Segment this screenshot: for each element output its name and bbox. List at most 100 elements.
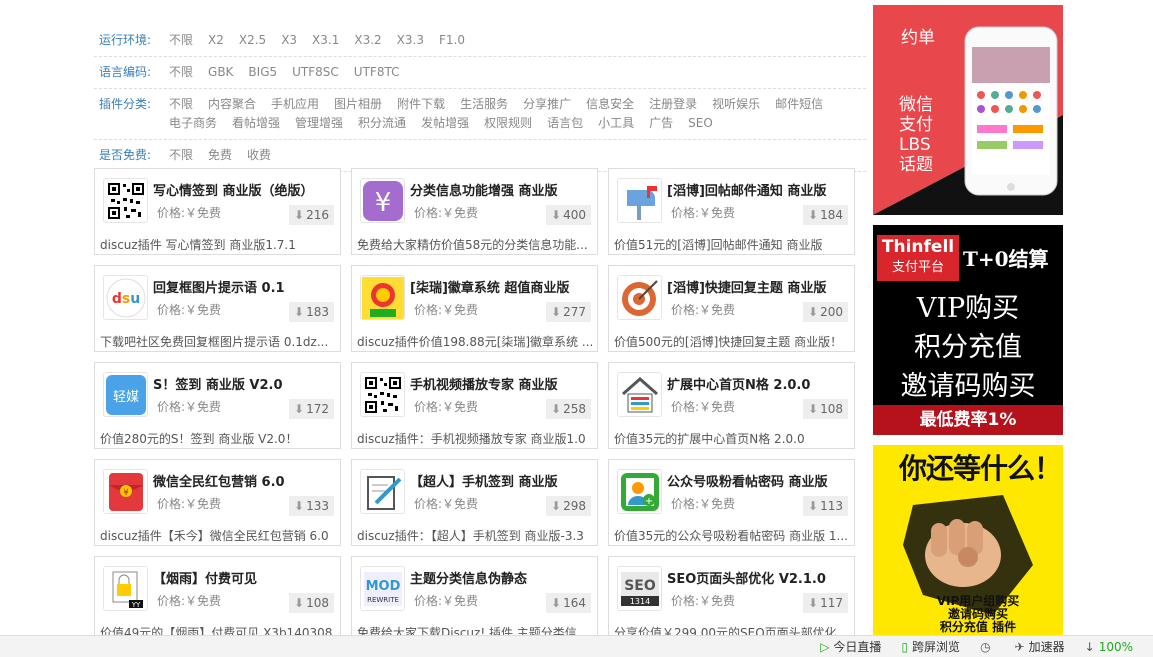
filter-option[interactable]: 视听娱乐 <box>712 95 760 114</box>
filter-option[interactable]: 管理增强 <box>295 114 343 133</box>
lock-doc-icon[interactable]: YY <box>103 566 148 611</box>
filter-option[interactable]: X2 <box>208 31 224 50</box>
plugin-price: 价格:￥免费 <box>157 594 222 608</box>
plugin-card[interactable]: 扩展中心首页N格 2.0.0 价格:￥免费 ⬇ 108 价值35元的扩展中心首页N格 2… <box>608 362 855 449</box>
plugin-card[interactable]: [滔博]快捷回复主题 商业版 价格:￥免费 ⬇ 200 价值500元的[滔博]快捷回复主… <box>608 265 855 352</box>
plugin-card[interactable]: 【超人】手机签到 商业版 价格:￥免费 ⬇ 298 discuz插件：【超人】手机签到 … <box>351 459 598 546</box>
plugin-title[interactable]: [柒瑞]徽章系统 超值商业版 <box>410 277 596 296</box>
plugin-price: 价格:￥免费 <box>157 497 222 511</box>
filter-option[interactable]: 看帖增强 <box>232 114 280 133</box>
statusbar-item[interactable]: ▯ 跨屏浏览 <box>901 638 960 655</box>
plugin-card[interactable]: ¥ 分类信息功能增强 商业版 价格:￥免费 ⬇ 400 免费给大家精仿价值58元的分类信息… <box>351 168 598 255</box>
plugin-card[interactable]: SEO 1314 SEO页面头部优化 V2.1.0 价格:￥免费 ⬇ 117 分享价值￥29… <box>608 556 855 643</box>
plugin-card[interactable]: 轻媒 S！签到 商业版 V2.0 价格:￥免费 ⬇ 172 价值280元的S！签到 商业版… <box>94 362 341 449</box>
yen-icon[interactable]: ¥ <box>360 178 405 223</box>
red-envelope-icon[interactable]: ¥ <box>103 469 148 514</box>
filter-option[interactable]: X2.5 <box>239 31 266 50</box>
plugin-card[interactable]: MOD REWRITE 主题分类信息伪静态 价格:￥免费 ⬇ 164 免费给大家下载Disc… <box>351 556 598 643</box>
filter-option[interactable]: 手机应用 <box>271 95 319 114</box>
plugin-card[interactable]: YY 【烟雨】付费可见 价格:￥免费 ⬇ 108 价值49元的【烟雨】付费可见 X3b14… <box>94 556 341 643</box>
filter-option[interactable]: 注册登录 <box>649 95 697 114</box>
plugin-card[interactable]: dsu 回复框图片提示语 0.1 价格:￥免费 ⬇ 183 下载吧社区免费回复框图片提示语… <box>94 265 341 352</box>
filter-option[interactable]: 收费 <box>247 146 271 165</box>
plugin-title[interactable]: [滔博]回帖邮件通知 商业版 <box>667 180 853 199</box>
filter-option[interactable]: 不限 <box>169 31 193 50</box>
filter-option[interactable]: 不限 <box>169 63 193 82</box>
qingmei-icon[interactable]: 轻媒 <box>103 372 148 417</box>
plugin-card[interactable]: [滔博]回帖邮件通知 商业版 价格:￥免费 ⬇ 184 价值51元的[滔博]回帖邮件通知… <box>608 168 855 255</box>
plugin-title[interactable]: S！签到 商业版 V2.0 <box>153 374 339 393</box>
plugin-title[interactable]: SEO页面头部优化 V2.1.0 <box>667 568 853 587</box>
plugin-card[interactable]: [柒瑞]徽章系统 超值商业版 价格:￥免费 ⬇ 277 discuz插件价值198.88… <box>351 265 598 352</box>
filter-option[interactable]: 生活服务 <box>460 95 508 114</box>
target-icon[interactable] <box>617 275 662 320</box>
filter-option[interactable]: 附件下载 <box>397 95 445 114</box>
plugin-card[interactable]: 写心情签到 商业版（绝版） 价格:￥免费 ⬇ 216 discuz插件 写心情签到 商业… <box>94 168 341 255</box>
download-count: ⬇ 164 <box>546 593 591 613</box>
mailbox-icon[interactable] <box>617 178 662 223</box>
filter-option[interactable]: 不限 <box>169 95 193 114</box>
filter-option[interactable]: 信息安全 <box>586 95 634 114</box>
plugin-title[interactable]: 扩展中心首页N格 2.0.0 <box>667 374 853 393</box>
plugin-price: 价格:￥免费 <box>414 400 479 414</box>
plugin-title[interactable]: 微信全民红包营销 6.0 <box>153 471 339 490</box>
filter-option[interactable]: 内容聚合 <box>208 95 256 114</box>
filter-option[interactable]: 发帖增强 <box>421 114 469 133</box>
plugin-title[interactable]: 【超人】手机签到 商业版 <box>410 471 596 490</box>
filter-row: 插件分类: 不限 内容聚合 手机应用 图片相册 附件下载 生活服务 分享推广 信息安全 注册登录视… <box>94 89 866 140</box>
qr-code-icon[interactable] <box>103 178 148 223</box>
statusbar-item[interactable]: ✈ 加速器 <box>1015 638 1065 655</box>
filter-option[interactable]: 不限 <box>169 146 193 165</box>
house-icon[interactable] <box>617 372 662 417</box>
filter-option[interactable]: 广告 <box>649 114 673 133</box>
plugin-title[interactable]: 【烟雨】付费可见 <box>153 568 339 587</box>
filter-option[interactable]: GBK <box>208 63 233 82</box>
filter-option[interactable]: 积分流通 <box>358 114 406 133</box>
plugin-card[interactable]: + 公众号吸粉看帖密码 商业版 价格:￥免费 ⬇ 113 价值35元的公众号吸粉看帖密码 … <box>608 459 855 546</box>
sign-pen-icon[interactable] <box>360 469 405 514</box>
filter-option[interactable]: BIG5 <box>248 63 277 82</box>
filter-option[interactable]: 图片相册 <box>334 95 382 114</box>
filter-option[interactable]: X3 <box>281 31 297 50</box>
statusbar-item[interactable]: ◷ <box>980 640 994 654</box>
plugin-title[interactable]: 手机视频播放专家 商业版 <box>410 374 596 393</box>
add-user-icon[interactable]: + <box>617 469 662 514</box>
plugin-title[interactable]: 公众号吸粉看帖密码 商业版 <box>667 471 853 490</box>
filter-option[interactable]: F1.0 <box>439 31 465 50</box>
filter-option[interactable]: 权限规则 <box>484 114 532 133</box>
filter-option[interactable]: X3.2 <box>354 31 381 50</box>
filter-option[interactable]: UTF8SC <box>292 63 339 82</box>
filter-option[interactable]: SEO <box>688 114 713 133</box>
plugin-title[interactable]: 分类信息功能增强 商业版 <box>410 180 596 199</box>
ad-banner-vip[interactable]: 你还等什么！ VIP用户组购买 邀请码购买 积分充值 插件 <box>873 445 1063 635</box>
qr-code-icon[interactable] <box>360 372 405 417</box>
plugin-card[interactable]: ¥ 微信全民红包营销 6.0 价格:￥免费 ⬇ 133 discuz插件【禾今】微信全民红… <box>94 459 341 546</box>
plugin-title[interactable]: 写心情签到 商业版（绝版） <box>153 180 339 199</box>
filter-option[interactable]: X3.1 <box>312 31 339 50</box>
seo-icon[interactable]: SEO 1314 <box>617 566 662 611</box>
filter-option[interactable]: 电子商务 <box>169 114 217 133</box>
filter-option[interactable]: 语言包 <box>547 114 583 133</box>
dsu-logo-icon[interactable]: dsu <box>103 275 148 320</box>
ad-banner-yuedan[interactable]: 约单 微信 支付 LBS 话题 <box>873 5 1063 215</box>
filter-option[interactable]: 免费 <box>208 146 232 165</box>
filter-option[interactable]: X3.3 <box>397 31 424 50</box>
download-arrow-icon: ⬇ <box>551 402 562 416</box>
plugin-description: 下载吧社区免费回复框图片提示语 0.1dz... <box>100 335 329 349</box>
badge-icon[interactable] <box>360 275 405 320</box>
statusbar-item[interactable]: ▷ 今日直播 <box>820 638 881 655</box>
ad-yuedan-lines: 微信 支付 LBS 话题 <box>899 95 933 175</box>
plugin-title[interactable]: [滔博]快捷回复主题 商业版 <box>667 277 853 296</box>
filter-option[interactable]: 分享推广 <box>523 95 571 114</box>
ad-yuedan-tag: 约单 <box>901 28 935 48</box>
plugin-card[interactable]: 手机视频播放专家 商业版 价格:￥免费 ⬇ 258 discuz插件：手机视频播放专家 … <box>351 362 598 449</box>
statusbar-item[interactable]: ↓ 100% <box>1085 640 1133 654</box>
ad-banner-thinfell[interactable]: Thinfell 支付平台 T+0结算 VIP购买 积分充值 邀请码购买 最低费率1… <box>873 225 1063 435</box>
plugin-title[interactable]: 主题分类信息伪静态 <box>410 568 596 587</box>
filter-option[interactable]: 邮件短信 <box>775 95 823 114</box>
filter-option[interactable]: UTF8TC <box>354 63 400 82</box>
download-count-value: 108 <box>306 596 329 610</box>
filter-option[interactable]: 小工具 <box>598 114 634 133</box>
mod-rewrite-icon[interactable]: MOD REWRITE <box>360 566 405 611</box>
plugin-title[interactable]: 回复框图片提示语 0.1 <box>153 277 339 296</box>
